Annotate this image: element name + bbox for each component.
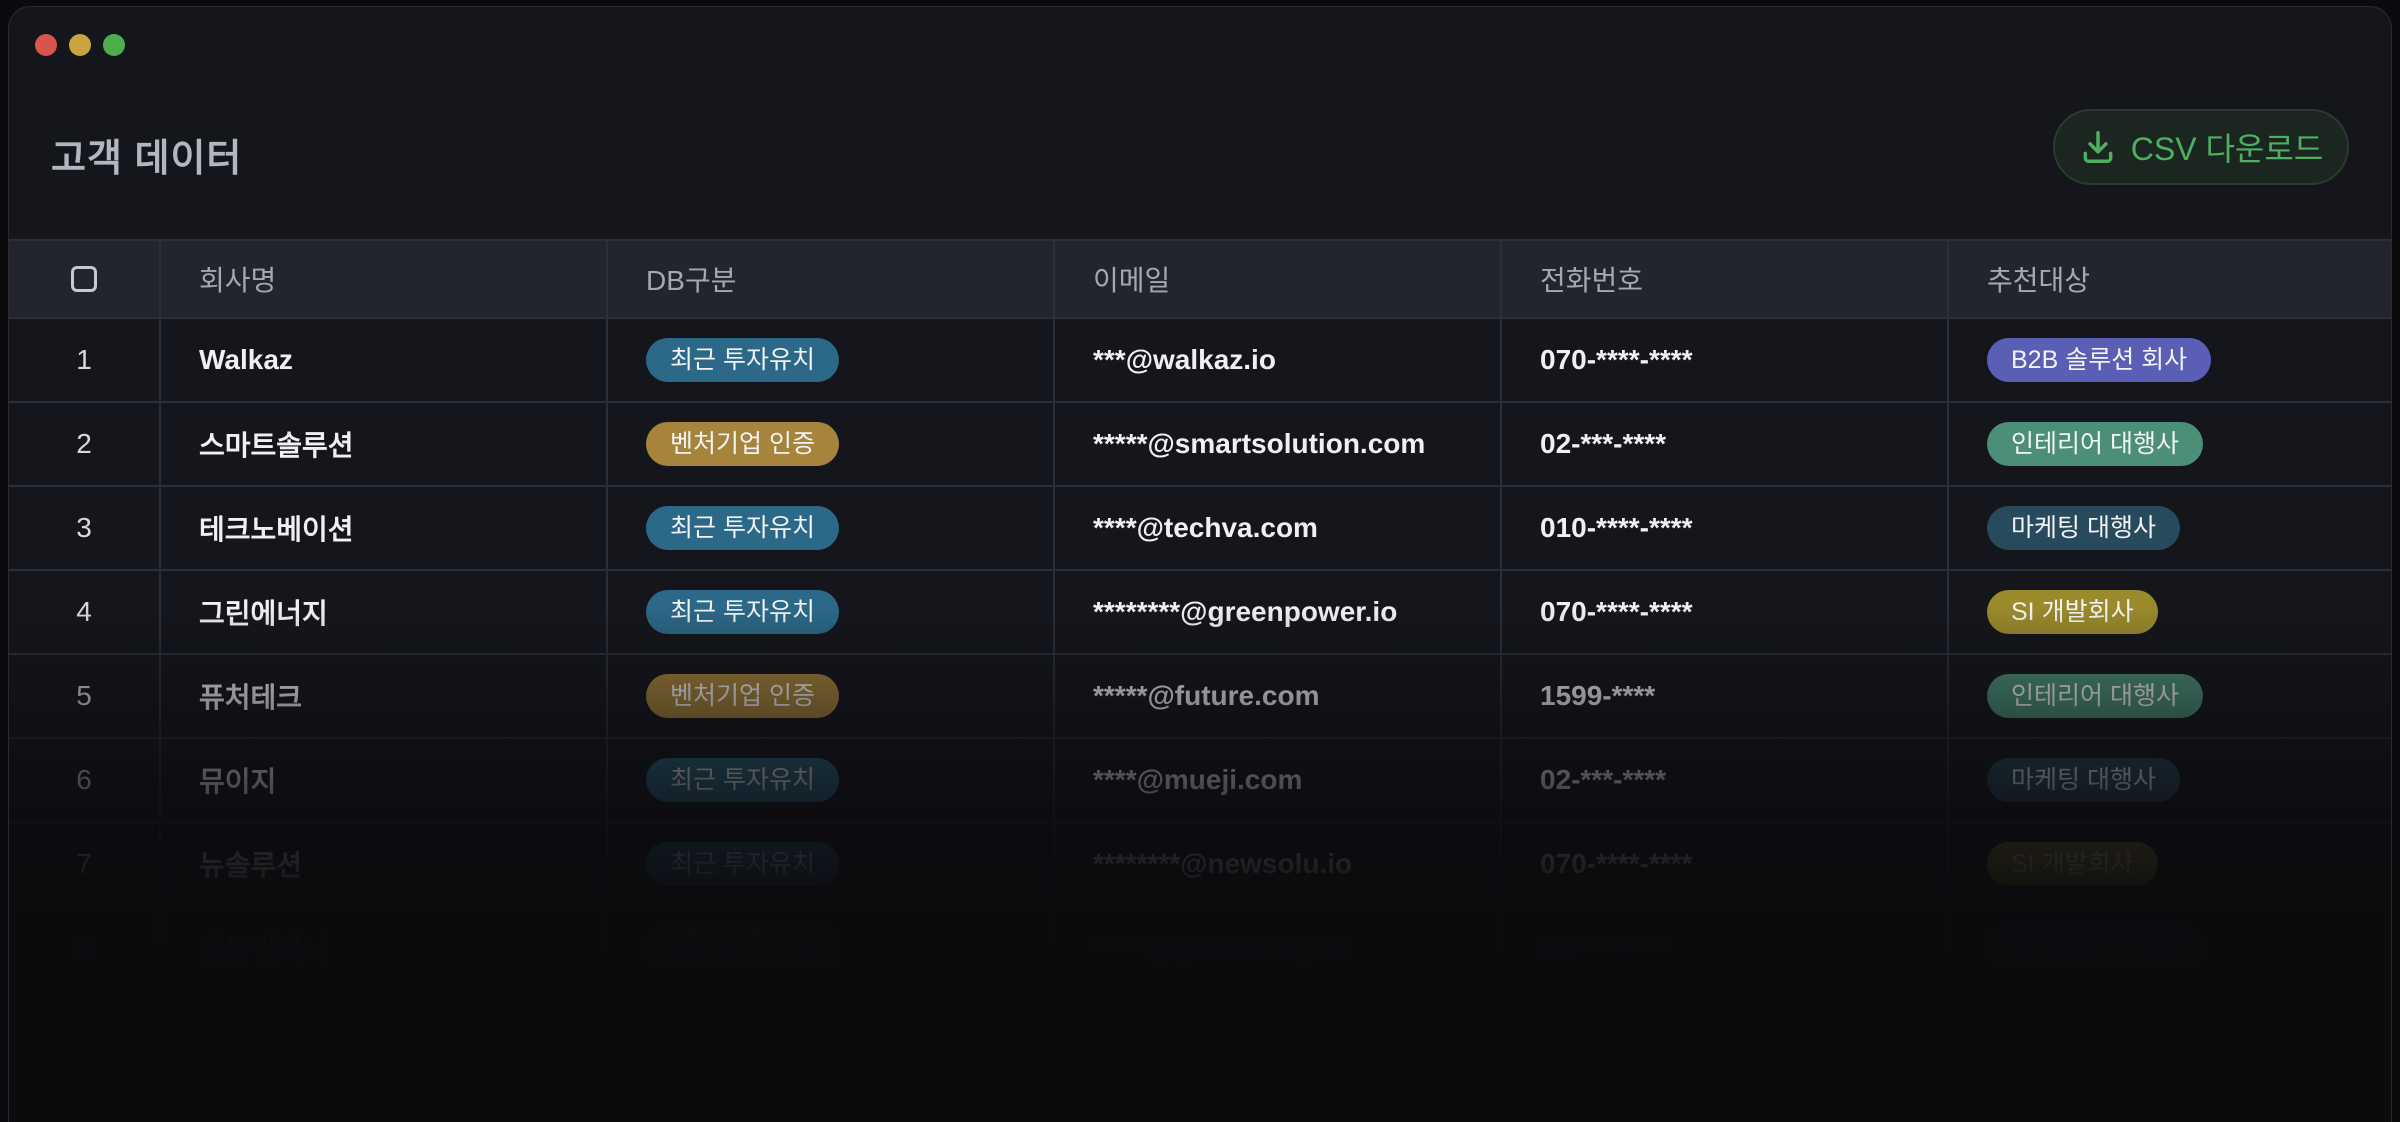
db-type-badge: 최근 투자유치 xyxy=(646,758,839,802)
email-cell: ***@walkaz.io xyxy=(1055,319,1502,401)
db-type-badge: 벤처기업 인증 xyxy=(646,674,839,718)
email-cell: *****@smartsolution.com xyxy=(1055,403,1502,485)
db-type-badge: 최근 투자유치 xyxy=(646,842,839,886)
db-type-badge: 벤처기업 인증 xyxy=(646,926,839,970)
phone-cell: 1599-**** xyxy=(1502,655,1949,737)
column-header-target[interactable]: 추천대상 xyxy=(1949,241,2391,317)
row-number: 1 xyxy=(9,319,161,401)
target-cell: 인테리어 대행사 xyxy=(1949,907,2391,989)
db-type-cell: 벤처기업 인증 xyxy=(608,655,1055,737)
csv-download-button[interactable]: CSV 다운로드 xyxy=(2053,109,2349,185)
table-row[interactable]: 7 뉴솔루션 최근 투자유치 ********@newsolu.io 070-*… xyxy=(9,823,2391,907)
db-type-cell: 최근 투자유치 xyxy=(608,319,1055,401)
db-type-badge: 최근 투자유치 xyxy=(646,338,839,382)
table-header: 회사명 DB구분 이메일 전화번호 추천대상 xyxy=(9,239,2391,319)
db-type-cell: 벤처기업 인증 xyxy=(608,907,1055,989)
select-all-checkbox[interactable] xyxy=(71,266,97,292)
customer-table: 회사명 DB구분 이메일 전화번호 추천대상 1 Walkaz 최근 투자유치 … xyxy=(9,239,2391,991)
table-row[interactable]: 5 퓨처테크 벤처기업 인증 *****@future.com 1599-***… xyxy=(9,655,2391,739)
email-cell: ********@greenpower.io xyxy=(1055,571,1502,653)
table-row[interactable]: 6 뮤이지 최근 투자유치 ****@mueji.com 02-***-****… xyxy=(9,739,2391,823)
db-type-cell: 최근 투자유치 xyxy=(608,487,1055,569)
table-row[interactable]: 3 테크노베이션 최근 투자유치 ****@techva.com 010-***… xyxy=(9,487,2391,571)
row-number: 4 xyxy=(9,571,161,653)
target-badge: 인테리어 대행사 xyxy=(1987,926,2203,970)
column-header-phone[interactable]: 전화번호 xyxy=(1502,241,1949,317)
table-row[interactable]: 1 Walkaz 최근 투자유치 ***@walkaz.io 070-****-… xyxy=(9,319,2391,403)
phone-cell: 02-***-**** xyxy=(1502,739,1949,821)
column-header-company[interactable]: 회사명 xyxy=(161,241,608,317)
db-type-cell: 최근 투자유치 xyxy=(608,571,1055,653)
db-type-badge: 최근 투자유치 xyxy=(646,506,839,550)
db-type-cell: 벤처기업 인증 xyxy=(608,403,1055,485)
db-type-badge: 최근 투자유치 xyxy=(646,590,839,634)
row-number: 8 xyxy=(9,907,161,989)
app-window: 고객 데이터 CSV 다운로드 회사명 DB구분 이메일 전화번호 추천대상 1… xyxy=(8,6,2392,1122)
target-cell: 마케팅 대행사 xyxy=(1949,739,2391,821)
target-cell: B2B 솔루션 회사 xyxy=(1949,319,2391,401)
close-window-button[interactable] xyxy=(35,34,57,56)
select-all-cell xyxy=(9,241,161,317)
phone-cell: 070-****-**** xyxy=(1502,319,1949,401)
email-cell: ****@techva.com xyxy=(1055,487,1502,569)
page-title: 고객 데이터 xyxy=(51,138,243,180)
target-badge: 마케팅 대행사 xyxy=(1987,758,2180,802)
email-cell: *****@gentlecorp.io xyxy=(1055,907,1502,989)
company-name: 퓨처테크 xyxy=(161,655,608,737)
email-cell: *****@future.com xyxy=(1055,655,1502,737)
table-row[interactable]: 4 그린에너지 최근 투자유치 ********@greenpower.io 0… xyxy=(9,571,2391,655)
target-cell: 인테리어 대행사 xyxy=(1949,403,2391,485)
company-name: 뮤이지 xyxy=(161,739,608,821)
phone-cell: 02-***-**** xyxy=(1502,907,1949,989)
target-badge: SI 개발회사 xyxy=(1987,842,2158,886)
row-number: 5 xyxy=(9,655,161,737)
row-number: 2 xyxy=(9,403,161,485)
company-name: Walkaz xyxy=(161,319,608,401)
company-name: 그린에너지 xyxy=(161,571,608,653)
column-header-email[interactable]: 이메일 xyxy=(1055,241,1502,317)
phone-cell: 010-****-**** xyxy=(1502,487,1949,569)
phone-cell: 070-****-**** xyxy=(1502,823,1949,905)
target-badge: 인테리어 대행사 xyxy=(1987,674,2203,718)
db-type-badge: 벤처기업 인증 xyxy=(646,422,839,466)
phone-cell: 070-****-**** xyxy=(1502,571,1949,653)
company-name: 테크노베이션 xyxy=(161,487,608,569)
row-number: 6 xyxy=(9,739,161,821)
company-name: 젠틀컴퍼니 xyxy=(161,907,608,989)
db-type-cell: 최근 투자유치 xyxy=(608,823,1055,905)
db-type-cell: 최근 투자유치 xyxy=(608,739,1055,821)
target-badge: 인테리어 대행사 xyxy=(1987,422,2203,466)
email-cell: ********@newsolu.io xyxy=(1055,823,1502,905)
company-name: 스마트솔루션 xyxy=(161,403,608,485)
row-number: 7 xyxy=(9,823,161,905)
target-cell: SI 개발회사 xyxy=(1949,571,2391,653)
table-row[interactable]: 2 스마트솔루션 벤처기업 인증 *****@smartsolution.com… xyxy=(9,403,2391,487)
phone-cell: 02-***-**** xyxy=(1502,403,1949,485)
target-badge: SI 개발회사 xyxy=(1987,590,2158,634)
target-badge: B2B 솔루션 회사 xyxy=(1987,338,2212,382)
maximize-window-button[interactable] xyxy=(103,34,125,56)
csv-download-label: CSV 다운로드 xyxy=(2130,131,2324,167)
window-controls xyxy=(35,34,125,56)
minimize-window-button[interactable] xyxy=(69,34,91,56)
table-row[interactable]: 8 젠틀컴퍼니 벤처기업 인증 *****@gentlecorp.io 02-*… xyxy=(9,907,2391,991)
target-cell: 인테리어 대행사 xyxy=(1949,655,2391,737)
column-header-db-type[interactable]: DB구분 xyxy=(608,241,1055,317)
row-number: 3 xyxy=(9,487,161,569)
download-icon xyxy=(2079,128,2117,166)
company-name: 뉴솔루션 xyxy=(161,823,608,905)
target-cell: SI 개발회사 xyxy=(1949,823,2391,905)
target-badge: 마케팅 대행사 xyxy=(1987,506,2180,550)
target-cell: 마케팅 대행사 xyxy=(1949,487,2391,569)
email-cell: ****@mueji.com xyxy=(1055,739,1502,821)
